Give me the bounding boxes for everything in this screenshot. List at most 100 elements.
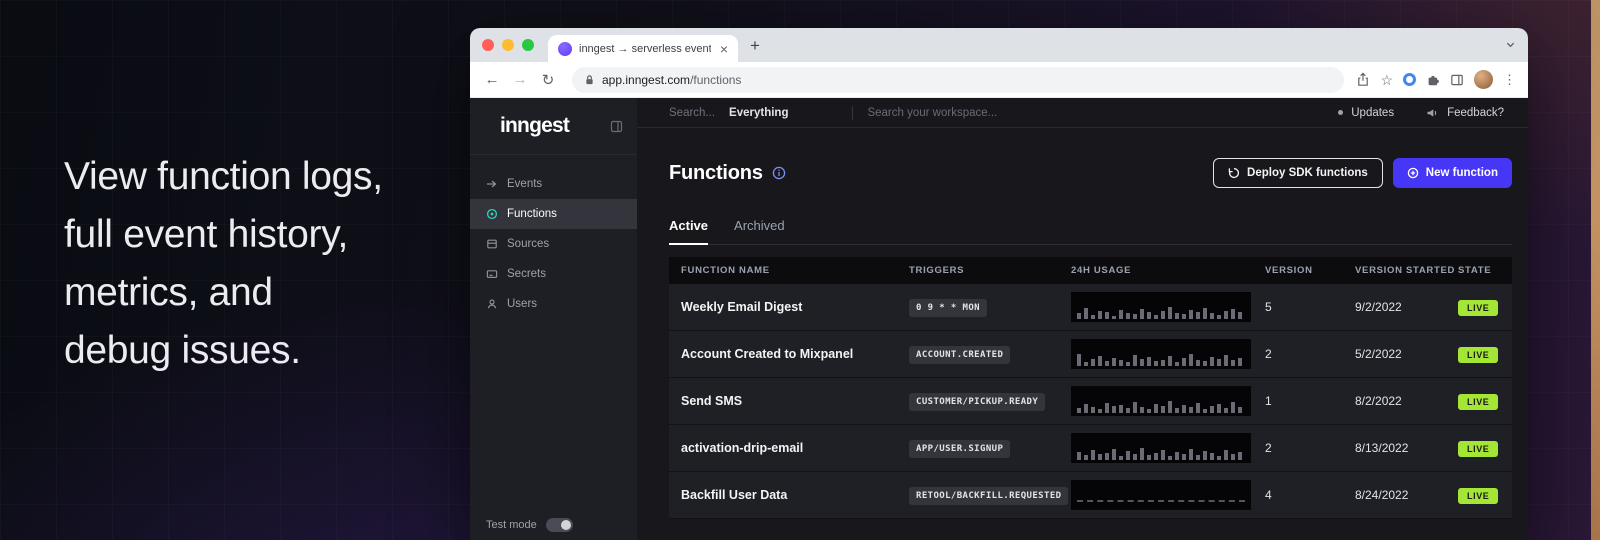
hero-line: metrics, and <box>64 264 383 322</box>
updates-link[interactable]: Updates <box>1351 107 1394 119</box>
sidebar-item-label: Secrets <box>507 268 546 280</box>
workspace-search-input[interactable]: Search your workspace... <box>867 107 997 119</box>
close-window-button[interactable] <box>482 39 494 51</box>
browser-tab[interactable]: inngest → serverless event-dri... × <box>548 35 738 62</box>
sidebar-item-functions[interactable]: Functions <box>470 199 637 229</box>
header-actions: Deploy SDK functions New function <box>1213 158 1512 188</box>
url-path: /functions <box>690 73 741 87</box>
table-row[interactable]: Weekly Email Digest 0 9 * * MON 5 9/2/20… <box>669 284 1512 331</box>
page-title: Functions <box>669 162 763 185</box>
test-mode-toggle[interactable] <box>546 518 573 532</box>
hero-line: View function logs, <box>64 148 383 206</box>
deploy-sdk-button[interactable]: Deploy SDK functions <box>1213 158 1383 188</box>
usage-sparkline <box>1071 339 1251 369</box>
usage-sparkline <box>1071 480 1251 510</box>
trigger-badge: RETOOL/BACKFILL.REQUESTED <box>909 487 1068 505</box>
sources-box-icon <box>486 238 498 250</box>
topbar-right: Updates Feedback? <box>1338 107 1504 119</box>
events-arrow-icon <box>486 178 498 190</box>
minimize-window-button[interactable] <box>502 39 514 51</box>
function-name: Weekly Email Digest <box>681 300 909 314</box>
trigger-badge: ACCOUNT.CREATED <box>909 346 1010 364</box>
sidebar-item-label: Users <box>507 298 537 310</box>
app-main: Search... Everything Search your workspa… <box>637 98 1528 540</box>
sidebar-item-events[interactable]: Events <box>470 169 637 199</box>
users-person-icon <box>486 298 498 310</box>
state-badge: LIVE <box>1458 488 1498 504</box>
col-version: VERSION <box>1265 265 1355 276</box>
forward-button[interactable]: → <box>508 71 532 88</box>
sidebar-nav: Events Functions Sources Secrets <box>470 155 637 319</box>
col-function-name: FUNCTION NAME <box>681 265 909 276</box>
trigger-badge: APP/USER.SIGNUP <box>909 440 1010 458</box>
tab-archived[interactable]: Archived <box>734 218 785 244</box>
topbar-divider <box>852 106 853 120</box>
bookmark-star-icon[interactable]: ☆ <box>1380 73 1393 87</box>
search-shortcut[interactable]: Search... <box>669 107 715 119</box>
version-value: 2 <box>1265 347 1355 361</box>
zoom-window-button[interactable] <box>522 39 534 51</box>
function-name: Send SMS <box>681 394 909 408</box>
usage-sparkline <box>1071 386 1251 416</box>
version-value: 1 <box>1265 394 1355 408</box>
sidebar-item-secrets[interactable]: Secrets <box>470 259 637 289</box>
side-panel-icon[interactable] <box>1450 73 1464 87</box>
reload-button[interactable]: ↻ <box>536 71 560 89</box>
version-value: 5 <box>1265 300 1355 314</box>
table-row[interactable]: Send SMS CUSTOMER/PICKUP.READY 1 8/2/202… <box>669 378 1512 425</box>
secrets-card-icon <box>486 268 498 280</box>
trigger-badge: CUSTOMER/PICKUP.READY <box>909 393 1045 411</box>
edge-accent-strip <box>1591 0 1600 540</box>
profile-avatar[interactable] <box>1474 70 1493 89</box>
col-triggers: TRIGGERS <box>909 265 1071 276</box>
version-value: 2 <box>1265 441 1355 455</box>
tab-active[interactable]: Active <box>669 218 708 245</box>
extension-ring-icon[interactable] <box>1403 73 1416 86</box>
state-badge: LIVE <box>1458 394 1498 410</box>
functions-page: Functions Deploy SDK functions New <box>637 128 1528 519</box>
info-icon[interactable] <box>772 166 786 180</box>
deploy-icon <box>1228 167 1240 179</box>
back-button[interactable]: ← <box>480 71 504 88</box>
lock-icon <box>584 74 595 86</box>
sidebar-item-label: Functions <box>507 208 557 220</box>
hero-line: debug issues. <box>64 322 383 380</box>
tab-search-chevron-icon[interactable] <box>1505 39 1516 50</box>
browser-tab-strip: inngest → serverless event-dri... × + <box>470 28 1528 62</box>
hero-line: full event history, <box>64 206 383 264</box>
collapse-sidebar-icon[interactable] <box>610 120 623 133</box>
col-version-started: VERSION STARTED <box>1355 265 1458 276</box>
marketing-banner: View function logs, full event history, … <box>0 0 1600 540</box>
inngest-logo: inngest <box>500 114 569 138</box>
updates-dot-icon <box>1338 110 1343 115</box>
function-tabs: Active Archived <box>669 218 1512 245</box>
page-header: Functions Deploy SDK functions New <box>669 158 1512 188</box>
functions-table: FUNCTION NAME TRIGGERS 24H USAGE VERSION… <box>669 257 1512 519</box>
sidebar-item-sources[interactable]: Sources <box>470 229 637 259</box>
sidebar-item-users[interactable]: Users <box>470 289 637 319</box>
table-row[interactable]: Account Created to Mixpanel ACCOUNT.CREA… <box>669 331 1512 378</box>
state-badge: LIVE <box>1458 300 1498 316</box>
share-icon[interactable] <box>1356 72 1370 87</box>
function-name: activation-drip-email <box>681 441 909 455</box>
col-state: STATE <box>1458 265 1512 276</box>
version-started-value: 9/2/2022 <box>1355 300 1458 314</box>
feedback-link[interactable]: Feedback? <box>1447 107 1504 119</box>
deploy-button-label: Deploy SDK functions <box>1247 167 1368 179</box>
new-tab-button[interactable]: + <box>750 37 760 54</box>
hero-text: View function logs, full event history, … <box>64 148 383 380</box>
inngest-app: inngest Events Functions <box>470 98 1528 540</box>
extensions-puzzle-icon[interactable] <box>1426 73 1440 87</box>
browser-menu-icon[interactable]: ⋮ <box>1503 72 1516 88</box>
table-row[interactable]: activation-drip-email APP/USER.SIGNUP 2 … <box>669 425 1512 472</box>
table-row[interactable]: Backfill User Data RETOOL/BACKFILL.REQUE… <box>669 472 1512 519</box>
megaphone-icon <box>1426 107 1439 119</box>
url-domain: app.inngest.com <box>602 73 690 87</box>
tab-close-icon[interactable]: × <box>718 42 730 56</box>
url-bar[interactable]: app.inngest.com/functions <box>572 67 1344 93</box>
search-scope[interactable]: Everything <box>729 107 788 119</box>
version-value: 4 <box>1265 488 1355 502</box>
app-topbar: Search... Everything Search your workspa… <box>637 98 1528 128</box>
plus-circle-icon <box>1407 167 1419 179</box>
new-function-button[interactable]: New function <box>1393 158 1512 188</box>
